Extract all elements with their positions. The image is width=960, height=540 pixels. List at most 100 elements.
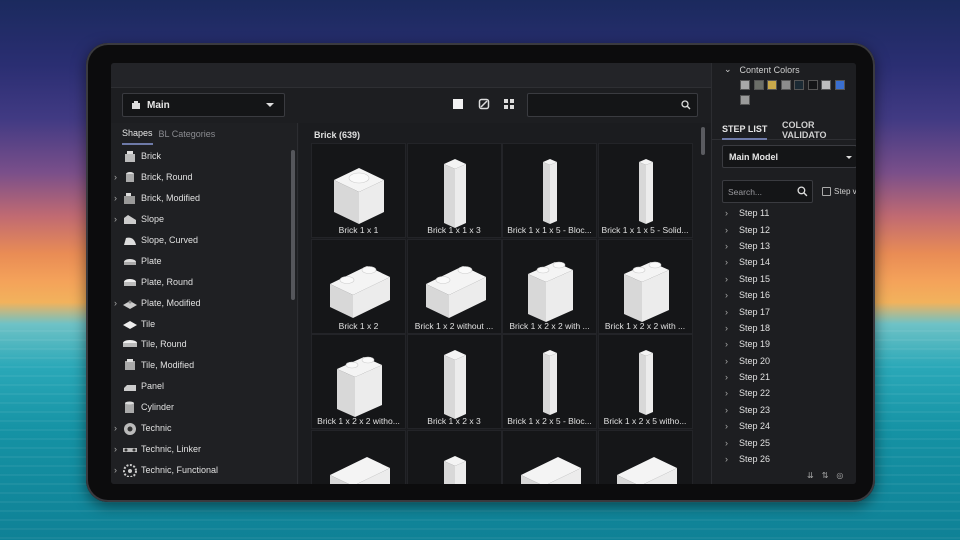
- step-item[interactable]: › Step 22: [712, 385, 856, 401]
- category-item[interactable]: Plate: [111, 250, 291, 271]
- color-swatch[interactable]: [753, 80, 764, 90]
- model-dropdown[interactable]: Main: [122, 93, 285, 117]
- part-card[interactable]: [502, 429, 597, 484]
- step-search-input[interactable]: Search...: [722, 180, 813, 203]
- color-swatch[interactable]: [767, 80, 777, 90]
- category-item[interactable]: Slope, Curved: [111, 230, 291, 251]
- part-card[interactable]: Brick 1 x 2 x 5 - Bloc...: [502, 334, 597, 429]
- grid-scrollbar[interactable]: [701, 127, 705, 155]
- color-swatch[interactable]: [740, 80, 750, 90]
- chevron-right-icon[interactable]: ›: [114, 444, 117, 454]
- part-card[interactable]: Brick 1 x 2 x 2 witho...: [311, 334, 406, 429]
- model-select[interactable]: Main Model: [722, 145, 856, 168]
- part-card[interactable]: Brick 1 x 1 x 3: [406, 143, 502, 238]
- chevron-right-icon[interactable]: ›: [725, 454, 728, 464]
- category-item[interactable]: › Brick, Modified: [111, 188, 291, 209]
- category-item[interactable]: › Brick, Round: [111, 167, 291, 188]
- part-card[interactable]: Brick 1 x 1 x 5 - Bloc...: [502, 143, 597, 238]
- color-swatch[interactable]: [780, 80, 791, 90]
- part-card[interactable]: Brick 1 x 2 x 5 witho...: [597, 334, 693, 429]
- category-item[interactable]: › Slope: [111, 209, 291, 230]
- color-swatch[interactable]: [807, 80, 818, 90]
- chevron-right-icon[interactable]: ›: [725, 241, 728, 251]
- part-card[interactable]: [406, 429, 502, 484]
- chevron-right-icon[interactable]: ›: [725, 323, 728, 333]
- category-item[interactable]: › Plate, Modified: [111, 292, 291, 313]
- step-item[interactable]: › Step 24: [712, 418, 856, 434]
- color-swatch[interactable]: [834, 80, 845, 90]
- part-card[interactable]: Brick 1 x 2 x 2 with ...: [597, 238, 693, 334]
- color-swatch[interactable]: [821, 80, 831, 90]
- part-card[interactable]: [311, 429, 406, 484]
- part-card[interactable]: [597, 429, 693, 484]
- part-search-input[interactable]: [527, 93, 698, 117]
- chevron-right-icon[interactable]: ›: [725, 405, 728, 415]
- content-colors-header[interactable]: ⌄ Content Colors: [724, 64, 800, 75]
- square-view-icon[interactable]: [452, 98, 464, 110]
- category-scrollbar[interactable]: [291, 150, 295, 300]
- chevron-right-icon[interactable]: ›: [725, 421, 728, 431]
- color-swatch[interactable]: [794, 80, 804, 90]
- tab-color-validator[interactable]: COLOR VALIDATO: [782, 120, 856, 140]
- step-item[interactable]: › Step 17: [712, 303, 856, 319]
- chevron-right-icon[interactable]: ›: [114, 423, 117, 433]
- step-item[interactable]: › Step 26: [712, 451, 856, 467]
- category-item[interactable]: Tile, Modified: [111, 355, 291, 376]
- part-card[interactable]: Brick 1 x 2: [311, 238, 406, 334]
- step-item[interactable]: › Step 23: [712, 402, 856, 418]
- tab-bl-categories[interactable]: BL Categories: [159, 123, 216, 145]
- step-item[interactable]: › Step 18: [712, 320, 856, 336]
- part-card[interactable]: Brick 1 x 2 without ...: [406, 238, 502, 334]
- category-item[interactable]: › Technic, Linker: [111, 438, 291, 459]
- part-card[interactable]: Brick 1 x 2 x 2 with ...: [502, 238, 597, 334]
- chevron-right-icon[interactable]: ›: [725, 225, 728, 235]
- chevron-right-icon[interactable]: ›: [114, 465, 117, 475]
- chevron-right-icon[interactable]: ›: [725, 339, 728, 349]
- step-item[interactable]: › Step 12: [712, 221, 856, 237]
- chevron-right-icon[interactable]: ›: [114, 214, 117, 224]
- step-item[interactable]: › Step 25: [712, 434, 856, 450]
- chevron-right-icon[interactable]: ›: [725, 388, 728, 398]
- category-item[interactable]: › Technic, Functional: [111, 459, 291, 480]
- tab-shapes[interactable]: Shapes: [122, 123, 153, 145]
- chevron-right-icon[interactable]: ›: [114, 298, 117, 308]
- step-item[interactable]: › Step 21: [712, 369, 856, 385]
- chevron-right-icon[interactable]: ›: [725, 274, 728, 284]
- category-item[interactable]: Plate, Round: [111, 271, 291, 292]
- chevron-right-icon[interactable]: ›: [725, 257, 728, 267]
- step-item[interactable]: › Step 13: [712, 238, 856, 254]
- category-item[interactable]: Brick: [111, 146, 291, 167]
- category-item[interactable]: Panel: [111, 376, 291, 397]
- expand-all-icon[interactable]: ⇅: [822, 471, 829, 480]
- step-item[interactable]: › Step 20: [712, 353, 856, 369]
- model-select-label: Main Model: [729, 151, 778, 162]
- step-item[interactable]: › Step 15: [712, 271, 856, 287]
- chevron-right-icon[interactable]: ›: [725, 208, 728, 218]
- color-swatch[interactable]: [740, 95, 750, 105]
- tab-step-list[interactable]: STEP LIST: [722, 120, 768, 140]
- color-palette-icon[interactable]: [478, 98, 490, 110]
- category-item[interactable]: Tile: [111, 313, 291, 334]
- hide-icon[interactable]: ◎: [836, 471, 843, 480]
- step-view-checkbox[interactable]: Step vi: [822, 187, 856, 196]
- part-card[interactable]: Brick 1 x 2 x 3: [406, 334, 502, 429]
- step-item[interactable]: › Step 11: [712, 205, 856, 221]
- grid-view-icon[interactable]: [503, 98, 515, 110]
- category-item[interactable]: › Technic: [111, 418, 291, 439]
- chevron-right-icon[interactable]: ›: [725, 307, 728, 317]
- step-item[interactable]: › Step 14: [712, 254, 856, 270]
- step-item[interactable]: › Step 16: [712, 287, 856, 303]
- collapse-all-icon[interactable]: ⇊: [807, 471, 814, 480]
- part-card[interactable]: Brick 1 x 1 x 5 - Solid...: [597, 143, 693, 238]
- category-item[interactable]: Cylinder: [111, 397, 291, 418]
- tile-icon: [123, 320, 137, 329]
- chevron-right-icon[interactable]: ›: [114, 193, 117, 203]
- category-item[interactable]: Tile, Round: [111, 334, 291, 355]
- chevron-right-icon[interactable]: ›: [725, 356, 728, 366]
- chevron-right-icon[interactable]: ›: [725, 438, 728, 448]
- part-card[interactable]: Brick 1 x 1: [311, 143, 406, 238]
- chevron-right-icon[interactable]: ›: [725, 290, 728, 300]
- step-item[interactable]: › Step 19: [712, 336, 856, 352]
- chevron-right-icon[interactable]: ›: [725, 372, 728, 382]
- chevron-right-icon[interactable]: ›: [114, 172, 117, 182]
